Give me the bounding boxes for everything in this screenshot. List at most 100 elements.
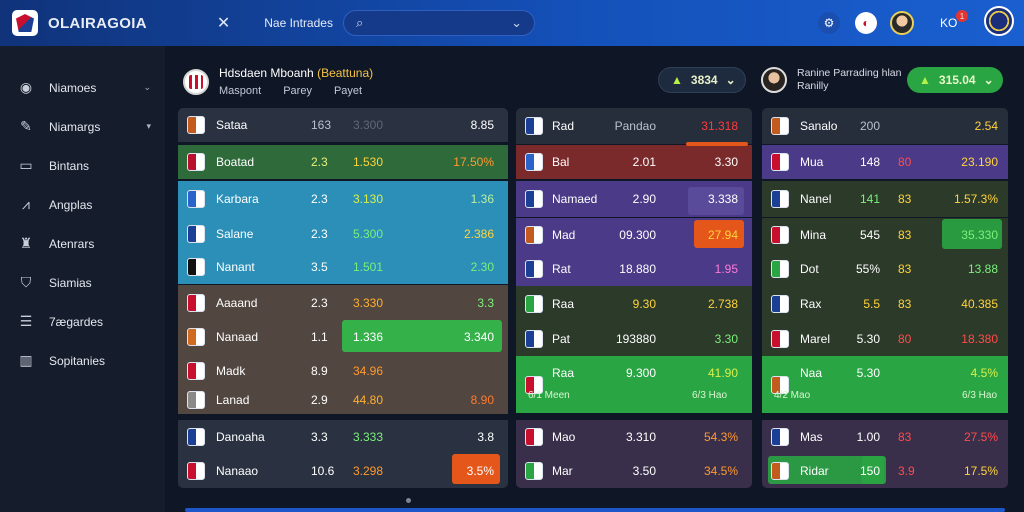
odds-value[interactable]: 9.30 <box>604 286 656 322</box>
odds-value[interactable]: 2.01 <box>604 145 656 179</box>
odds-value[interactable]: 5.30 <box>846 322 880 356</box>
odds-value[interactable]: 3.338 <box>676 181 738 217</box>
odds-value[interactable]: 5.5 <box>846 286 880 322</box>
sidebar-item-5[interactable]: ⛉ Siamias <box>0 263 165 302</box>
user-avatar[interactable] <box>890 11 914 35</box>
odds-value[interactable]: 1.95 <box>676 252 738 286</box>
odds-value[interactable]: 83 <box>898 420 911 454</box>
odds-value[interactable]: 54.3% <box>676 420 738 454</box>
odds-value[interactable]: 44.80 <box>353 386 383 414</box>
odds-value[interactable]: 3.5 <box>311 250 328 284</box>
odds-value[interactable]: 13.88 <box>938 252 998 286</box>
odds-value[interactable]: 1.336 <box>353 320 383 354</box>
table-row[interactable]: Nanant 3.5 1.501 2.30 <box>178 250 508 284</box>
odds-value[interactable]: 27.94 <box>676 218 738 252</box>
odds-value[interactable]: 83 <box>898 218 911 252</box>
odds-value[interactable]: 1.36 <box>424 181 494 216</box>
odds-value[interactable]: 3.3 <box>311 420 328 454</box>
sidebar-item-3[interactable]: ⩘ Angplas <box>0 185 165 224</box>
odds-value[interactable]: 2.3 <box>311 181 328 216</box>
odds-value[interactable]: 4.5% <box>938 356 998 390</box>
odds-value[interactable]: 2.3 <box>311 285 328 320</box>
odds-value[interactable]: 2.738 <box>676 286 738 322</box>
odds-value[interactable]: 9.300 <box>604 356 656 390</box>
odds-value[interactable]: 3.130 <box>353 181 383 216</box>
balance-pill-left[interactable]: ▲ 3834 ⌄ <box>658 67 746 93</box>
table-row[interactable]: Aaaand 2.3 3.330 3.3 <box>178 285 508 320</box>
odds-value[interactable]: 193880 <box>604 322 656 356</box>
table-row[interactable]: Danoaha 3.3 3.333 3.8 <box>178 420 508 454</box>
table-row[interactable]: Mad 09.300 27.94 <box>516 218 752 252</box>
odds-value[interactable]: 18.880 <box>604 252 656 286</box>
table-row[interactable]: Lanad 2.9 44.80 8.90 <box>178 386 508 414</box>
odds-value[interactable]: 80 <box>898 322 911 356</box>
odds-value[interactable]: 1.00 <box>846 420 880 454</box>
table-row[interactable]: Rad Pandao 31.318 <box>516 108 752 144</box>
odds-value[interactable]: 3.340 <box>424 320 494 354</box>
odds-value[interactable]: 200 <box>846 108 880 144</box>
table-row[interactable]: Mao 3.310 54.3% <box>516 420 752 454</box>
table-row[interactable]: Sataa 163 3.300 8.85 <box>178 108 508 142</box>
odds-value[interactable]: 2.9 <box>311 386 328 414</box>
odds-value[interactable]: 1.501 <box>353 250 383 284</box>
settings-gear-icon[interactable]: ⚙ <box>818 12 840 34</box>
search-input[interactable]: ⌕ ⌄ <box>342 10 535 36</box>
club-logo[interactable] <box>12 10 38 36</box>
table-row[interactable]: Naa 5.30 4.5% 4/2 Mao 6/3 Hao <box>762 356 1008 413</box>
odds-value[interactable]: 3.300 <box>353 108 383 142</box>
odds-value[interactable]: 3.3 <box>424 285 494 320</box>
odds-value[interactable]: 34.96 <box>353 354 383 388</box>
table-row[interactable]: Rax 5.5 83 40.385 <box>762 286 1008 322</box>
table-row[interactable]: Pat 193880 3.30 <box>516 322 752 356</box>
sidebar-item-7[interactable]: ▥ Sopitanies <box>0 341 165 380</box>
table-row[interactable]: Marel 5.30 80 18.380 <box>762 322 1008 356</box>
odds-value[interactable] <box>424 354 494 388</box>
table-row[interactable]: Dot 55% 83 13.88 <box>762 252 1008 286</box>
table-row[interactable]: Rat 18.880 1.95 <box>516 252 752 286</box>
balance-pill-right[interactable]: ▲ 315.04 ⌄ <box>907 67 1003 93</box>
table-row[interactable]: Sanalo 200 2.54 <box>762 108 1008 144</box>
sidebar-item-1[interactable]: ✎ Niamargs ▾ <box>0 107 165 146</box>
table-row[interactable]: Raa 9.30 2.738 <box>516 286 752 322</box>
odds-value[interactable]: 3.50 <box>604 454 656 488</box>
odds-value[interactable]: 18.380 <box>938 322 998 356</box>
odds-value[interactable]: 5.300 <box>353 216 383 251</box>
club-crest-icon[interactable] <box>984 6 1014 36</box>
odds-value[interactable]: 2.3 <box>311 145 328 179</box>
odds-value[interactable]: 80 <box>898 145 911 179</box>
notification-label[interactable]: KO <box>940 16 957 30</box>
odds-value[interactable]: 17.50% <box>424 145 494 179</box>
table-row[interactable]: Nanel 141 83 1.57.3% <box>762 181 1008 217</box>
subtab-0[interactable]: Maspont <box>219 85 261 97</box>
odds-value[interactable]: 163 <box>311 108 331 142</box>
table-row[interactable]: Madk 8.9 34.96 <box>178 354 508 388</box>
odds-value[interactable]: 8.85 <box>424 108 494 142</box>
odds-value[interactable]: 55% <box>846 252 880 286</box>
odds-value[interactable]: 3.330 <box>353 285 383 320</box>
table-row[interactable]: Mina 545 83 35.330 <box>762 218 1008 252</box>
chevron-icon[interactable]: ▾ <box>146 121 151 132</box>
odds-value[interactable]: 545 <box>846 218 880 252</box>
sidebar-item-6[interactable]: ☰ 7ægardes <box>0 302 165 341</box>
odds-value[interactable]: 3.5% <box>424 454 494 488</box>
sidebar-item-4[interactable]: ♜ Atenrars <box>0 224 165 263</box>
sidebar-item-0[interactable]: ◉ Niamoes ⌄ <box>0 68 165 107</box>
odds-value[interactable]: 34.5% <box>676 454 738 488</box>
odds-value[interactable]: 31.318 <box>676 108 738 144</box>
profile-avatar[interactable] <box>761 67 787 93</box>
odds-value[interactable]: 2.3 <box>311 216 328 251</box>
odds-value[interactable]: 141 <box>846 181 880 217</box>
table-row[interactable]: Nanaao 10.6 3.298 3.5% <box>178 454 508 488</box>
close-icon[interactable]: ✕ <box>217 13 230 33</box>
odds-value[interactable]: 8.9 <box>311 354 328 388</box>
table-row[interactable]: Mua 148 80 23.190 <box>762 145 1008 179</box>
sidebar-item-2[interactable]: ▭ Bintans <box>0 146 165 185</box>
odds-value[interactable]: 3.310 <box>604 420 656 454</box>
odds-value[interactable]: 8.90 <box>424 386 494 414</box>
odds-value[interactable]: 40.385 <box>938 286 998 322</box>
table-row[interactable]: Bal 2.01 3.30 <box>516 145 752 179</box>
odds-value[interactable]: 27.5% <box>938 420 998 454</box>
odds-value[interactable]: 148 <box>846 145 880 179</box>
table-row[interactable]: Boatad 2.3 1.530 17.50% <box>178 145 508 179</box>
odds-value[interactable]: 83 <box>898 181 911 217</box>
